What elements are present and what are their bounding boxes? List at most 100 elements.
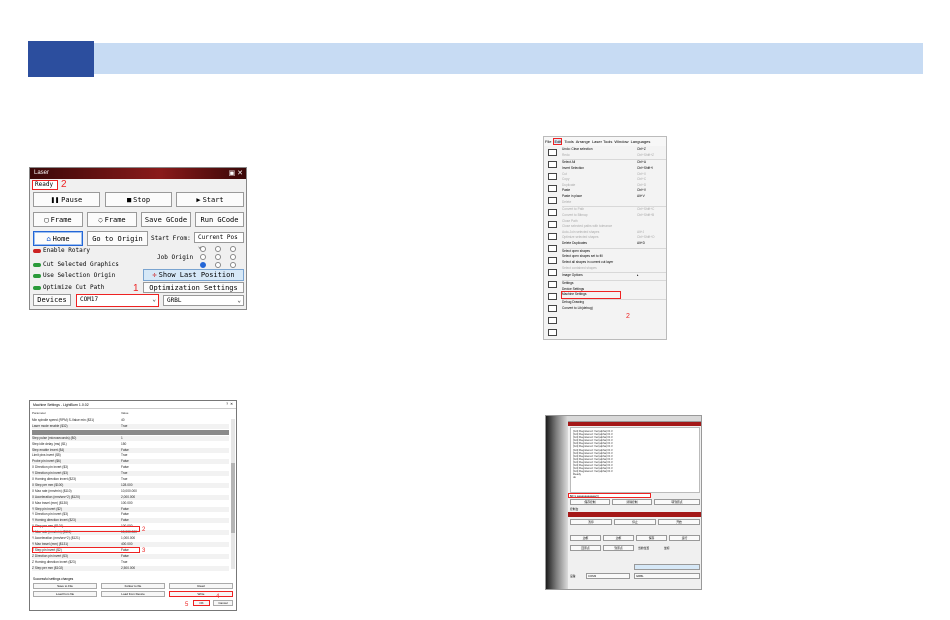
menu-item[interactable]: Convert to Lib(debug): [562, 306, 666, 312]
settings-row[interactable]: Limit pins invert ($5) True: [32, 453, 229, 458]
setting-value[interactable]: False: [121, 512, 129, 517]
frame-rect-button[interactable]: ▢ Frame: [33, 212, 83, 227]
ok-button[interactable]: OK: [193, 600, 210, 606]
menu-arrange[interactable]: Arrange: [576, 139, 590, 144]
settings-row[interactable]: Z Direction pin invert ($3) False: [32, 553, 229, 559]
settings-row[interactable]: Y Homing direction invert ($23) False: [32, 518, 229, 524]
setting-value[interactable]: True: [121, 560, 127, 565]
origin-radio-tr[interactable]: [230, 246, 236, 252]
setting-value[interactable]: False: [121, 554, 129, 559]
setting-value[interactable]: True: [121, 477, 127, 482]
menu-item[interactable]: Delete: [562, 200, 666, 206]
setting-value[interactable]: 2,500.000: [121, 566, 135, 571]
setting-value[interactable]: False: [121, 518, 129, 523]
menu-item[interactable]: Image Options ▸: [562, 273, 666, 279]
show-last-position-button[interactable]: [634, 564, 700, 570]
scroll-thumb[interactable]: [231, 463, 235, 533]
settings-row[interactable]: X Max rate (mm/min) ($110) 10,000.000: [32, 489, 229, 494]
setting-value[interactable]: 1,000.000: [121, 536, 135, 541]
origin-radio-bc[interactable]: [215, 262, 221, 268]
write-button[interactable]: Write: [169, 591, 233, 597]
setting-value[interactable]: 1: [121, 436, 123, 441]
settings-row[interactable]: Y Direction pin invert ($3) True: [32, 471, 229, 477]
frame-button-1[interactable]: 边框: [570, 535, 601, 541]
origin-radio-br[interactable]: [230, 262, 236, 268]
menu-languages[interactable]: Languages: [631, 139, 651, 144]
menu-item[interactable]: Machine Settings: [561, 291, 621, 299]
save-to-file-button[interactable]: Save to File: [33, 583, 97, 589]
settings-row[interactable]: X Acceleration (mm/sec^2) ($120) 2,000.00…: [32, 494, 229, 500]
menu-file[interactable]: File: [545, 139, 551, 144]
origin-radio-bl[interactable]: [200, 262, 206, 268]
origin-radio-mr[interactable]: [230, 254, 236, 260]
devices-button[interactable]: Devices: [33, 294, 71, 306]
setting-value[interactable]: 100.000: [121, 501, 133, 506]
help-close-icons[interactable]: ? ✕: [226, 402, 233, 406]
setting-value[interactable]: False: [121, 507, 129, 512]
settings-row[interactable]: Z Homing direction invert ($23) True: [32, 560, 229, 565]
settings-row[interactable]: X Homing direction invert ($23) True: [32, 477, 229, 482]
origin-radio-mc[interactable]: [215, 254, 221, 260]
setting-value[interactable]: False: [121, 465, 129, 470]
menu-tools[interactable]: Tools: [564, 139, 573, 144]
setting-value[interactable]: False: [121, 459, 129, 464]
stop-button[interactable]: ■ Stop: [105, 192, 172, 207]
settings-row[interactable]: Z Step per mm ($102) 2,500.000: [32, 565, 229, 571]
load-from-device-button[interactable]: Load from Device: [101, 591, 165, 597]
settings-row[interactable]: Y Acceleration (mm/sec^2) ($121) 1,000.00…: [32, 536, 229, 541]
settings-row[interactable]: Probe pin invert ($6) False: [32, 459, 229, 465]
save-gcode-button[interactable]: 保存: [636, 535, 667, 541]
origin-radio-tc[interactable]: [215, 246, 221, 252]
read-button[interactable]: Read: [169, 583, 233, 589]
use-selection-origin-toggle[interactable]: Use Selection Origin: [33, 272, 115, 279]
menu-item[interactable]: Select contained shapes: [562, 266, 666, 272]
settings-row[interactable]: Step pulse (microseconds) ($0) 1: [32, 435, 229, 441]
settings-row[interactable]: Min spindle speed (RPM) S-Value min ($31…: [32, 418, 229, 423]
settings-row[interactable]: Laser mode enable ($32) True: [32, 423, 229, 430]
setting-value[interactable]: 2,000.000: [121, 495, 135, 500]
optimization-settings-button[interactable]: Optimization Settings: [143, 282, 244, 293]
port-select[interactable]: COM3: [586, 573, 630, 579]
window-controls[interactable]: ▣ ✕: [229, 169, 243, 177]
settings-row[interactable]: Step idle delay (ms) ($1) 150: [32, 442, 229, 447]
follow-to-file-button[interactable]: Follow to file: [101, 583, 165, 589]
run-gcode-button[interactable]: Run GCode: [195, 212, 244, 227]
origin-radio-ml[interactable]: [200, 254, 206, 260]
setting-value[interactable]: 128.000: [121, 483, 133, 488]
device-select[interactable]: GRBL: [634, 573, 700, 579]
setting-value[interactable]: 10,000.000: [121, 489, 137, 494]
start-from-select[interactable]: Current Pos ⌄: [194, 232, 244, 250]
device-select[interactable]: GRBL ⌄: [163, 295, 244, 306]
setting-value[interactable]: 40: [121, 418, 125, 423]
setting-value[interactable]: True: [121, 453, 127, 458]
home-button[interactable]: 回原点: [570, 545, 601, 551]
enable-rotary-toggle[interactable]: Enable Rotary: [33, 247, 90, 254]
goto-origin-button[interactable]: 转到原点: [654, 499, 700, 505]
load-from-file-button[interactable]: Load from file: [33, 591, 97, 597]
settings-row[interactable]: X Step per mm ($100) 128.000: [32, 482, 229, 489]
settings-row[interactable]: Y Direction pin invert ($3) False: [32, 512, 229, 517]
settings-row[interactable]: Step enable invert ($4) False: [32, 447, 229, 453]
scrollbar[interactable]: [231, 419, 235, 569]
optimize-cut-path-toggle[interactable]: Optimize Cut Path: [33, 284, 104, 291]
setting-value[interactable]: True: [121, 424, 127, 429]
setting-value[interactable]: 150: [121, 442, 126, 447]
start-button[interactable]: ▶ Start: [176, 192, 244, 207]
setting-value[interactable]: False: [121, 448, 129, 453]
command-input[interactable]: $0=x,aaaaaaaaaaaa(=): [568, 493, 651, 498]
menu-edit[interactable]: Edit: [553, 138, 563, 145]
settings-row[interactable]: X Direction pin invert ($3) False: [32, 465, 229, 470]
port-select[interactable]: COM17 ⌄: [76, 294, 159, 307]
frame-button-2[interactable]: 边框: [603, 535, 634, 541]
menu-item[interactable]: Delete Duplicates Alt+D: [562, 241, 666, 247]
menu-window[interactable]: Window: [614, 139, 628, 144]
frame-circle-button[interactable]: ◌ Frame: [87, 212, 137, 227]
console-tab[interactable]: 控制台: [570, 507, 578, 511]
settings-row[interactable]: [32, 429, 229, 435]
go-to-origin-button[interactable]: Go to Origin: [87, 231, 148, 246]
pause-button[interactable]: ❚❚ Pause: [33, 192, 100, 207]
origin-radio-tl[interactable]: [200, 246, 206, 252]
show-last-position-button[interactable]: ✛ Show Last Position: [143, 269, 244, 281]
save-gcode-button[interactable]: Save GCode: [141, 212, 191, 227]
stop-button[interactable]: 停止: [614, 519, 656, 525]
